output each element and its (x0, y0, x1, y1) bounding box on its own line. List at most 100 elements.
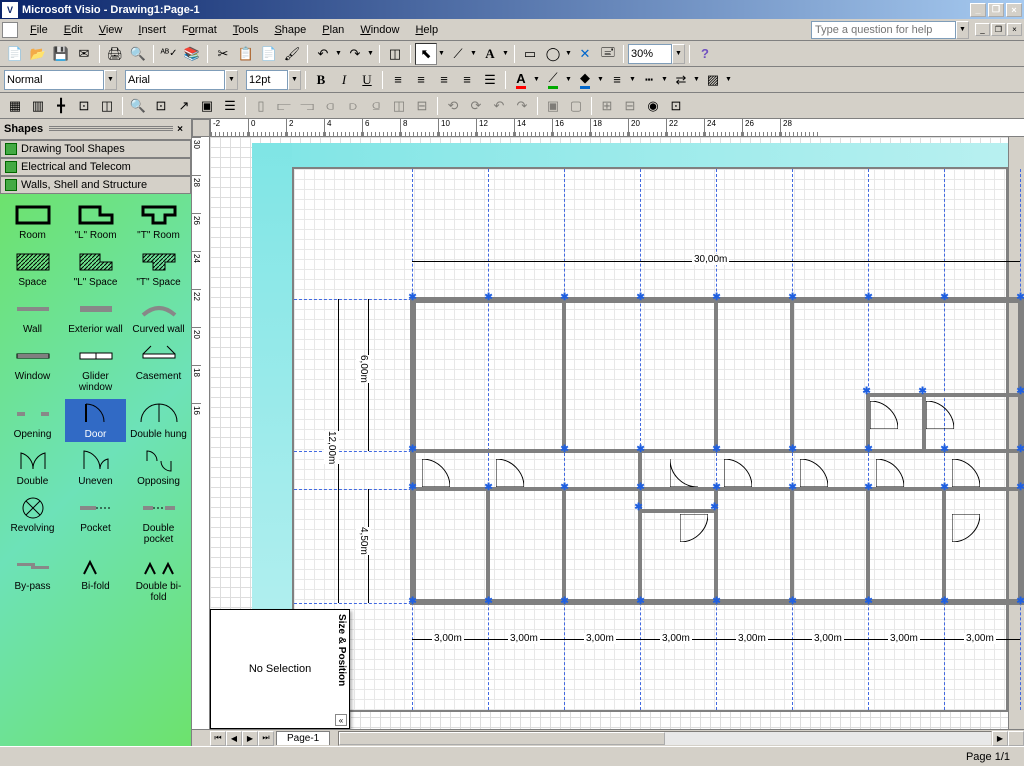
menu-shape[interactable]: Shape (266, 22, 314, 38)
menu-window[interactable]: Window (352, 22, 407, 38)
mail-button[interactable]: ✉ (73, 43, 95, 65)
text-tool-button[interactable]: A (479, 43, 501, 65)
align-middle-shape-button[interactable]: ⫑ (365, 95, 387, 117)
pan-button[interactable]: ↗ (173, 95, 195, 117)
shape-item[interactable]: Exterior wall (65, 294, 126, 337)
help-search-dropdown[interactable]: ▼ (956, 21, 969, 39)
shape-item[interactable]: Double pocket (128, 493, 189, 547)
connection-point-button[interactable]: ✕ (574, 43, 596, 65)
horizontal-scrollbar[interactable] (338, 731, 992, 746)
close-button[interactable]: × (1006, 3, 1022, 17)
menu-help[interactable]: Help (407, 22, 446, 38)
italic-button[interactable]: I (333, 69, 355, 91)
menu-tools[interactable]: Tools (225, 22, 267, 38)
door-icon[interactable] (952, 514, 980, 542)
zoom-input[interactable] (628, 44, 672, 64)
wall[interactable] (562, 489, 566, 601)
shape-item[interactable]: "T" Space (128, 247, 189, 290)
nav-prev-button[interactable]: ◀ (226, 731, 242, 746)
rotate-left-button[interactable]: ↶ (488, 95, 510, 117)
print-preview-button[interactable]: 🔍 (127, 43, 149, 65)
shape-item[interactable]: Double (2, 446, 63, 489)
stencil-drawing-tools[interactable]: Drawing Tool Shapes (0, 140, 191, 158)
zoom-region-button[interactable]: ⊡ (150, 95, 172, 117)
format-painter-button[interactable]: 🖌 (281, 43, 303, 65)
align-center-button[interactable]: ≡ (410, 69, 432, 91)
shapes-button[interactable]: ◫ (384, 43, 406, 65)
shape-item[interactable]: Casement (128, 341, 189, 395)
nav-first-button[interactable]: ⏮ (210, 731, 226, 746)
child-restore-button[interactable]: ❐ (991, 23, 1006, 36)
distribute-button[interactable]: ☰ (479, 69, 501, 91)
shape-item[interactable]: Curved wall (128, 294, 189, 337)
wall[interactable] (790, 489, 794, 601)
menu-edit[interactable]: Edit (56, 22, 91, 38)
bold-button[interactable]: B (310, 69, 332, 91)
align-justify-button[interactable]: ≡ (456, 69, 478, 91)
door-icon[interactable] (680, 514, 708, 542)
door-icon[interactable] (422, 459, 450, 487)
resize-grip[interactable] (1008, 731, 1024, 746)
size-position-window[interactable]: Size & Position No Selection « (210, 609, 350, 729)
menu-view[interactable]: View (91, 22, 131, 38)
undo-button[interactable]: ↶ (312, 43, 334, 65)
grid-button[interactable]: ▦ (4, 95, 26, 117)
research-button[interactable]: 📚 (181, 43, 203, 65)
line-weight-dropdown[interactable]: ▼ (629, 76, 637, 83)
shape-item[interactable]: Revolving (2, 493, 63, 547)
text-dropdown[interactable]: ▼ (502, 50, 510, 57)
door-icon[interactable] (870, 401, 898, 429)
document-icon[interactable] (2, 22, 18, 38)
align-center-shape-button[interactable]: ⫎ (296, 95, 318, 117)
cut-button[interactable]: ✂ (212, 43, 234, 65)
maximize-button[interactable]: ❐ (988, 3, 1004, 17)
door-icon[interactable] (496, 459, 524, 487)
pointer-tool-button[interactable]: ⬉ (415, 43, 437, 65)
zoom-dropdown[interactable]: ▼ (672, 44, 685, 64)
undo-dropdown[interactable]: ▼ (335, 50, 343, 57)
send-back-button[interactable]: ▢ (565, 95, 587, 117)
child-minimize-button[interactable]: _ (975, 23, 990, 36)
menu-plan[interactable]: Plan (314, 22, 352, 38)
minimize-button[interactable]: _ (970, 3, 986, 17)
shadow-button[interactable]: ▨ (702, 69, 724, 91)
line-pattern-button[interactable]: ┅ (638, 69, 660, 91)
page-tab[interactable]: Page-1 (276, 731, 330, 745)
door-icon[interactable] (952, 459, 980, 487)
open-button[interactable]: 📂 (27, 43, 49, 65)
rotate-right-button[interactable]: ↷ (511, 95, 533, 117)
spelling-button[interactable]: ᴬᴮ✓ (158, 43, 180, 65)
font-color-dropdown[interactable]: ▼ (533, 76, 541, 83)
door-icon[interactable] (926, 401, 954, 429)
align-right-shape-button[interactable]: ⫏ (319, 95, 341, 117)
page-breaks-button[interactable]: ◫ (96, 95, 118, 117)
shape-item[interactable]: Glider window (65, 341, 126, 395)
shape-item[interactable]: Room (2, 200, 63, 243)
wall[interactable] (714, 301, 718, 451)
align-top-shape-button[interactable]: ⫐ (342, 95, 364, 117)
ruler-button[interactable]: ⊡ (73, 95, 95, 117)
shape-dropdown[interactable]: ▼ (565, 50, 573, 57)
wall[interactable] (486, 489, 490, 601)
shape-item[interactable]: Double bi-fold (128, 551, 189, 605)
shape-item[interactable]: Opening (2, 399, 63, 442)
ungroup-button[interactable]: ⊟ (619, 95, 641, 117)
align-left-shape-button[interactable]: ⫍ (273, 95, 295, 117)
shape-item[interactable]: Wall (2, 294, 63, 337)
save-button[interactable]: 💾 (50, 43, 72, 65)
align-right-button[interactable]: ≡ (433, 69, 455, 91)
guide-line[interactable] (488, 169, 489, 710)
union-button[interactable]: ◉ (642, 95, 664, 117)
shape-item[interactable]: Pocket (65, 493, 126, 547)
shape-item[interactable]: Door (65, 399, 126, 442)
scroll-right-button[interactable]: ▶ (992, 731, 1008, 746)
bring-front-button[interactable]: ▣ (542, 95, 564, 117)
shadow-dropdown[interactable]: ▼ (725, 76, 733, 83)
fill-color-dropdown[interactable]: ▼ (597, 76, 605, 83)
print-button[interactable]: 🖨 (104, 43, 126, 65)
whole-page-button[interactable]: ▣ (196, 95, 218, 117)
redo-dropdown[interactable]: ▼ (367, 50, 375, 57)
align-left-button[interactable]: ≡ (387, 69, 409, 91)
wall[interactable] (562, 301, 566, 451)
help-search-input[interactable] (811, 21, 956, 39)
